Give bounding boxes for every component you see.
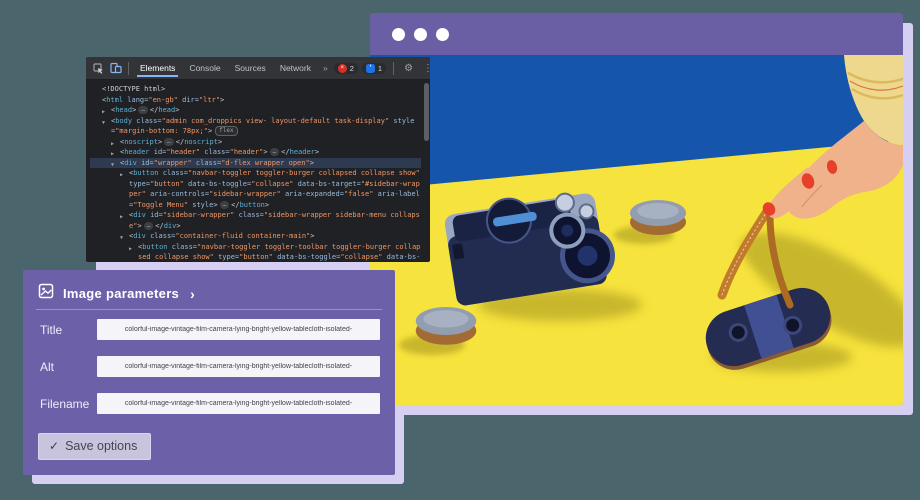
- code-line[interactable]: ▼<div id="wrapper" class="d-flex wrapper…: [90, 158, 421, 169]
- expand-arrow-icon[interactable]: ▶: [120, 170, 123, 181]
- code-line[interactable]: <!DOCTYPE html>: [90, 84, 421, 95]
- tab-elements[interactable]: Elements: [134, 59, 181, 77]
- alt-field-label: Alt: [40, 360, 54, 374]
- device-toolbar-icon[interactable]: [108, 61, 123, 76]
- devtools-scrollbar[interactable]: [424, 83, 429, 141]
- devtools-toolbar: Elements Console Sources Network » × 2 ❛…: [86, 57, 430, 80]
- image-parameters-panel: Image parameters › Title Alt Filename ✓ …: [23, 270, 395, 475]
- devtools-code: <!DOCTYPE html><html lang="en-gb" dir="l…: [86, 80, 430, 262]
- code-line[interactable]: ▶<header id="header" class="header">…</h…: [90, 147, 421, 158]
- check-icon: ✓: [49, 439, 59, 453]
- title-field[interactable]: [97, 319, 380, 340]
- panel-divider: [36, 309, 382, 310]
- code-line[interactable]: ▼<div class="container-fluid container-m…: [90, 231, 421, 242]
- title-field-label: Title: [40, 323, 62, 337]
- expand-arrow-icon[interactable]: ▶: [120, 212, 123, 223]
- save-options-label: Save options: [65, 439, 137, 453]
- alt-field[interactable]: [97, 356, 380, 377]
- devtools-window: Elements Console Sources Network » × 2 ❛…: [86, 57, 430, 262]
- browser-window: [370, 13, 903, 405]
- save-options-button[interactable]: ✓ Save options: [38, 433, 151, 460]
- toolbar-divider: [393, 62, 394, 75]
- code-line[interactable]: ▼<body class="admin com_droppics view- l…: [90, 116, 421, 137]
- collapse-arrow-icon[interactable]: ▼: [102, 118, 105, 129]
- toolbar-divider: [128, 62, 129, 75]
- issues-icon: ❛: [366, 64, 375, 73]
- photo-vintage-cameras: [370, 55, 903, 405]
- tab-console[interactable]: Console: [183, 59, 226, 77]
- filename-field[interactable]: [97, 393, 380, 414]
- code-line[interactable]: ▶<div id="sidebar-wrapper" class="sideba…: [90, 210, 421, 231]
- code-line[interactable]: <html lang="en-gb" dir="ltr">: [90, 95, 421, 106]
- window-dot: [436, 28, 449, 41]
- code-line[interactable]: ▶<noscript>…</noscript>: [90, 137, 421, 148]
- code-line[interactable]: ▶<button class="navbar-toggler toggler-t…: [90, 242, 421, 263]
- image-parameters-header[interactable]: Image parameters ›: [23, 270, 395, 314]
- inspect-element-icon[interactable]: [91, 61, 106, 76]
- settings-gear-icon[interactable]: ⚙: [401, 63, 416, 74]
- page-background: Elements Console Sources Network » × 2 ❛…: [0, 0, 920, 500]
- browser-titlebar: [370, 13, 903, 55]
- tab-network[interactable]: Network: [274, 59, 317, 77]
- chevron-right-icon: ›: [190, 286, 195, 302]
- tab-sources[interactable]: Sources: [229, 59, 272, 77]
- error-count-badge[interactable]: × 2: [334, 63, 358, 74]
- window-dot: [414, 28, 427, 41]
- code-line[interactable]: ▶<head>…</head>: [90, 105, 421, 116]
- filename-field-label: Filename: [40, 397, 89, 411]
- image-icon: [38, 283, 54, 304]
- more-tabs-icon[interactable]: »: [319, 63, 332, 73]
- issues-count-badge[interactable]: ❛ 1: [362, 63, 386, 74]
- kebab-menu-icon[interactable]: ⋮: [420, 63, 430, 74]
- expand-arrow-icon[interactable]: ▶: [129, 244, 132, 255]
- film-canister: [630, 200, 686, 235]
- error-icon: ×: [338, 64, 347, 73]
- panel-title: Image parameters: [63, 286, 179, 301]
- film-canister: [416, 307, 476, 345]
- code-line[interactable]: ▶<button class="navbar-toggler toggler-b…: [90, 168, 421, 210]
- window-dot: [392, 28, 405, 41]
